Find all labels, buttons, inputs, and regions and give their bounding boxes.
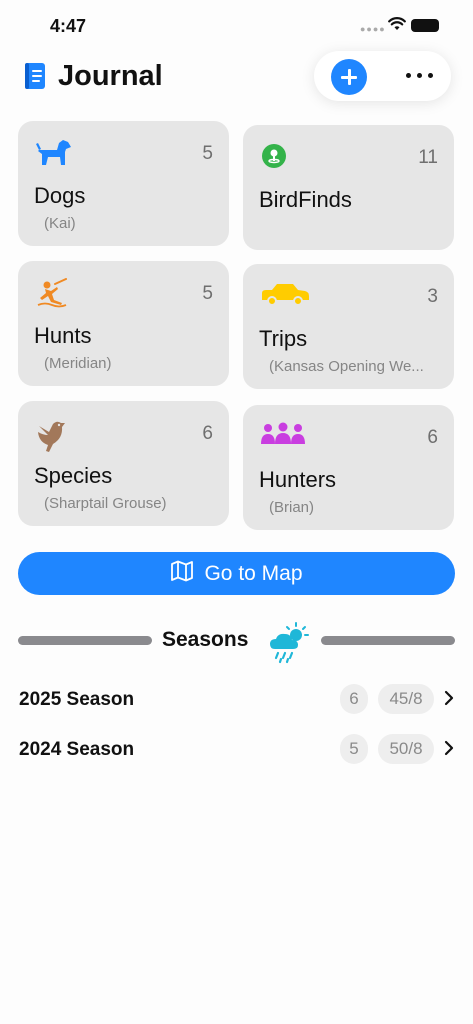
chevron-right-icon <box>444 740 454 761</box>
season-count-badge: 6 <box>340 684 368 714</box>
season-ratio-badge: 50/8 <box>378 734 434 764</box>
weather-icon <box>267 621 313 670</box>
card-subtitle: (Brian) <box>269 499 315 516</box>
card-title: Trips <box>259 326 308 351</box>
bird-icon <box>35 418 69 459</box>
seasons-title: Seasons <box>162 628 249 651</box>
card-hunts[interactable]: 5 Hunts (Meridian) <box>18 261 229 386</box>
card-birdfinds[interactable]: 11 BirdFinds <box>243 125 454 250</box>
card-species[interactable]: 6 Species (Sharptail Grouse) <box>18 401 229 526</box>
season-label: 2024 Season <box>19 739 135 760</box>
season-ratio-badge: 45/8 <box>378 684 434 714</box>
card-dogs[interactable]: 5 Dogs (Kai) <box>18 121 229 246</box>
card-count: 11 <box>418 147 438 168</box>
journal-book-icon <box>23 62 47 95</box>
map-icon <box>170 560 194 588</box>
card-count: 5 <box>202 283 213 304</box>
battery-icon <box>411 19 439 32</box>
card-subtitle: (Kai) <box>44 215 76 232</box>
card-title: Species <box>34 463 113 488</box>
wifi-icon <box>388 17 406 36</box>
hunter-icon <box>35 278 69 313</box>
car-icon <box>260 281 310 312</box>
add-button[interactable] <box>331 59 367 95</box>
card-title: BirdFinds <box>259 187 352 212</box>
card-subtitle: (Meridian) <box>44 355 112 372</box>
card-subtitle: (Kansas Opening We... <box>269 358 424 375</box>
card-hunters[interactable]: 6 Hunters (Brian) <box>243 405 454 530</box>
card-title: Dogs <box>34 183 86 208</box>
header-actions <box>314 51 451 101</box>
location-pin-icon <box>260 142 288 175</box>
card-count: 6 <box>202 423 213 444</box>
card-count: 6 <box>427 427 438 448</box>
seasons-divider-left <box>18 636 152 645</box>
card-title: Hunts <box>34 323 92 348</box>
season-label: 2025 Season <box>19 689 135 710</box>
status-bar: 4:47 ●●●● <box>0 0 473 50</box>
card-count: 3 <box>427 286 438 307</box>
season-row-2025[interactable]: 2025 Season 6 45/8 <box>0 681 473 721</box>
more-options-button[interactable] <box>402 63 438 87</box>
season-row-2024[interactable]: 2024 Season 5 50/8 <box>0 731 473 771</box>
go-to-map-label: Go to Map <box>204 561 303 585</box>
card-subtitle: (Sharptail Grouse) <box>44 495 167 512</box>
chevron-right-icon <box>444 690 454 711</box>
seasons-divider-right <box>321 636 455 645</box>
card-title: Hunters <box>259 467 337 492</box>
season-count-badge: 5 <box>340 734 368 764</box>
page-title: Journal <box>58 60 163 92</box>
dog-icon <box>35 138 73 173</box>
signal-icon: ●●●● <box>360 24 386 34</box>
card-count: 5 <box>202 143 213 164</box>
go-to-map-button[interactable]: Go to Map <box>18 552 455 595</box>
card-trips[interactable]: 3 Trips (Kansas Opening We... <box>243 264 454 389</box>
status-time: 4:47 <box>50 16 87 36</box>
people-icon <box>260 422 306 451</box>
